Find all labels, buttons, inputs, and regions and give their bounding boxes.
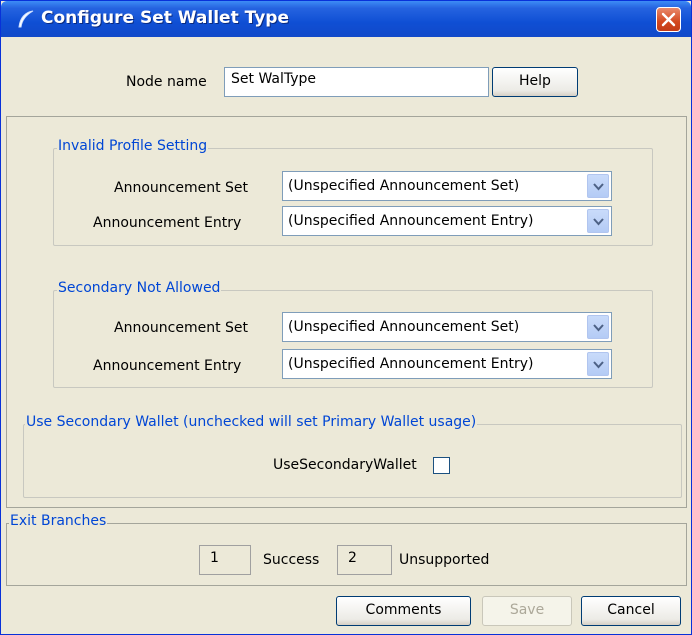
exit-branch-number: 1 — [199, 545, 251, 575]
secondary-set-value: (Unspecified Announcement Set) — [288, 319, 520, 335]
invalid-profile-set-select[interactable]: (Unspecified Announcement Set) — [282, 171, 612, 201]
invalid-profile-set-value: (Unspecified Announcement Set) — [288, 178, 520, 194]
node-name-input[interactable]: Set WalType — [224, 67, 489, 97]
secondary-entry-label: Announcement Entry — [93, 358, 242, 374]
dropdown-button[interactable] — [587, 352, 609, 376]
dropdown-button[interactable] — [587, 209, 609, 233]
use-secondary-wallet-checkbox[interactable] — [433, 457, 450, 474]
secondary-wallet-legend: Use Secondary Wallet (unchecked will set… — [25, 414, 478, 430]
dropdown-button[interactable] — [587, 174, 609, 198]
dropdown-button[interactable] — [587, 315, 609, 339]
configure-dialog: Configure Set Wallet Type Node name Set … — [0, 0, 692, 635]
title-bar[interactable]: Configure Set Wallet Type — [1, 1, 691, 37]
save-button[interactable]: Save — [482, 596, 572, 626]
exit-branches-legend: Exit Branches — [9, 513, 108, 529]
secondary-not-allowed-legend: Secondary Not Allowed — [57, 280, 222, 296]
chevron-down-icon — [593, 218, 604, 226]
invalid-profile-entry-value: (Unspecified Announcement Entry) — [288, 213, 534, 229]
invalid-profile-legend: Invalid Profile Setting — [57, 138, 209, 154]
cancel-button[interactable]: Cancel — [581, 596, 681, 626]
close-icon — [661, 12, 676, 27]
invalid-profile-set-label: Announcement Set — [114, 180, 248, 196]
feather-icon — [18, 10, 34, 28]
invalid-profile-entry-label: Announcement Entry — [93, 215, 242, 231]
chevron-down-icon — [593, 324, 604, 332]
secondary-set-select[interactable]: (Unspecified Announcement Set) — [282, 312, 612, 342]
chevron-down-icon — [593, 361, 604, 369]
exit-branch-number: 2 — [337, 545, 392, 575]
comments-button[interactable]: Comments — [336, 596, 471, 626]
window-title: Configure Set Wallet Type — [41, 8, 289, 28]
node-name-label: Node name — [126, 74, 207, 90]
chevron-down-icon — [593, 183, 604, 191]
secondary-entry-value: (Unspecified Announcement Entry) — [288, 356, 534, 372]
secondary-set-label: Announcement Set — [114, 320, 248, 336]
invalid-profile-entry-select[interactable]: (Unspecified Announcement Entry) — [282, 206, 612, 236]
secondary-entry-select[interactable]: (Unspecified Announcement Entry) — [282, 349, 612, 379]
exit-branch-label: Unsupported — [399, 552, 490, 568]
help-button[interactable]: Help — [492, 67, 578, 97]
close-button[interactable] — [656, 7, 681, 32]
use-secondary-wallet-label: UseSecondaryWallet — [273, 457, 417, 473]
exit-branch-label: Success — [263, 552, 320, 568]
